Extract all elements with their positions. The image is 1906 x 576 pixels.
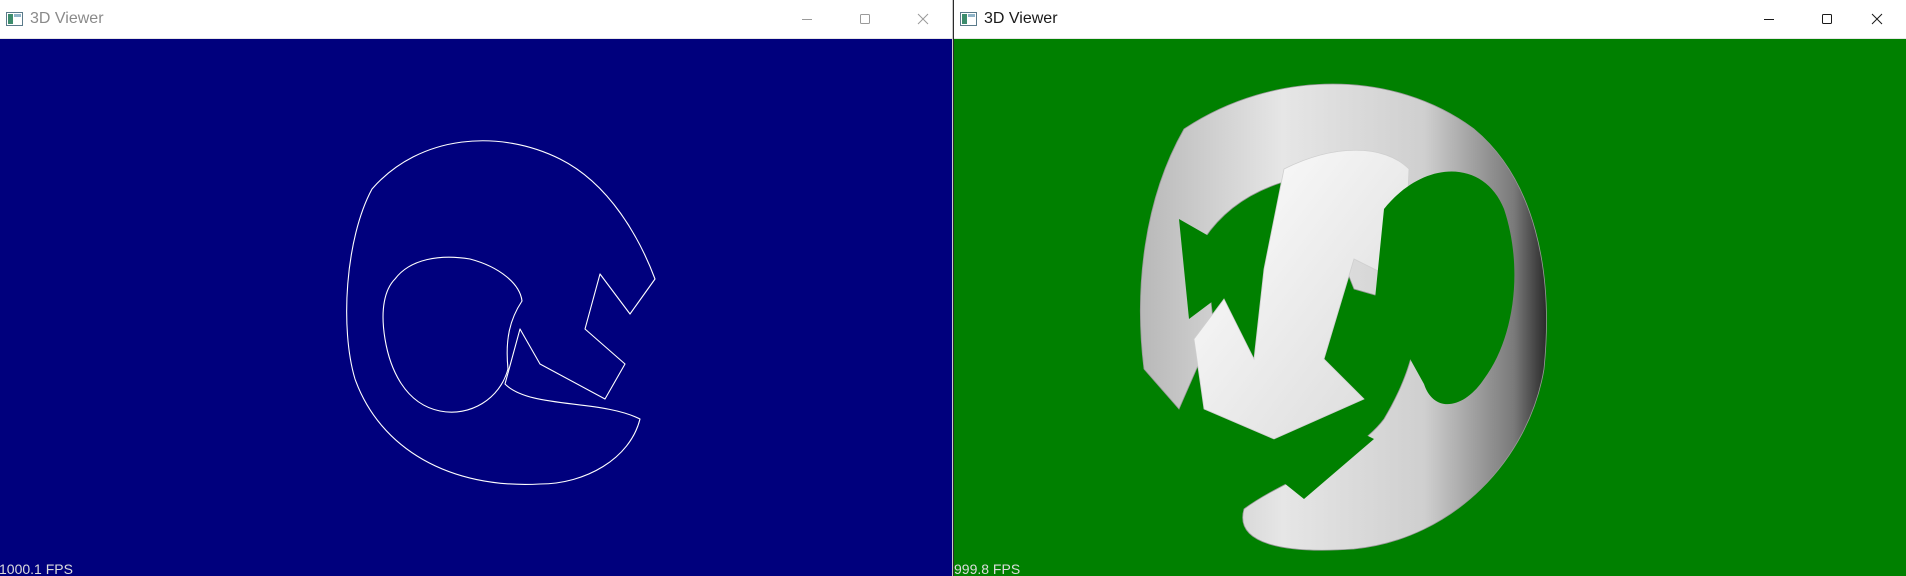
window-title: 3D Viewer — [984, 10, 1058, 27]
close-icon — [1871, 13, 1883, 25]
close-button[interactable] — [1848, 0, 1906, 38]
minimize-icon — [802, 19, 812, 20]
minimize-button[interactable] — [1740, 0, 1798, 38]
app-window-icon — [960, 12, 977, 26]
viewport-3d[interactable]: 999.8 FPS — [954, 39, 1906, 576]
maximize-icon — [1822, 14, 1832, 24]
title-bar[interactable]: 3D Viewer — [0, 0, 952, 39]
close-icon — [917, 13, 929, 25]
mesh-hole — [382, 256, 523, 413]
maximize-button[interactable] — [836, 0, 894, 38]
maximize-icon — [860, 14, 870, 24]
close-button[interactable] — [894, 0, 952, 38]
viewport-3d[interactable]: 1000.1 FPS — [0, 39, 952, 576]
window-title: 3D Viewer — [30, 10, 104, 27]
viewer-window-wireframe[interactable]: 3D Viewer 1000.1 FPS — [0, 0, 953, 576]
wireframe-mesh — [346, 140, 656, 485]
minimize-button[interactable] — [778, 0, 836, 38]
mesh-outline — [346, 140, 656, 485]
title-bar[interactable]: 3D Viewer — [954, 0, 1906, 39]
fps-counter: 999.8 FPS — [954, 561, 1021, 576]
app-window-icon — [6, 12, 23, 26]
shaded-mesh — [1140, 83, 1547, 551]
minimize-icon — [1764, 19, 1774, 20]
viewer-window-solid[interactable]: 3D Viewer 999.8 FPS — [954, 0, 1906, 576]
fps-counter: 1000.1 FPS — [0, 561, 73, 576]
